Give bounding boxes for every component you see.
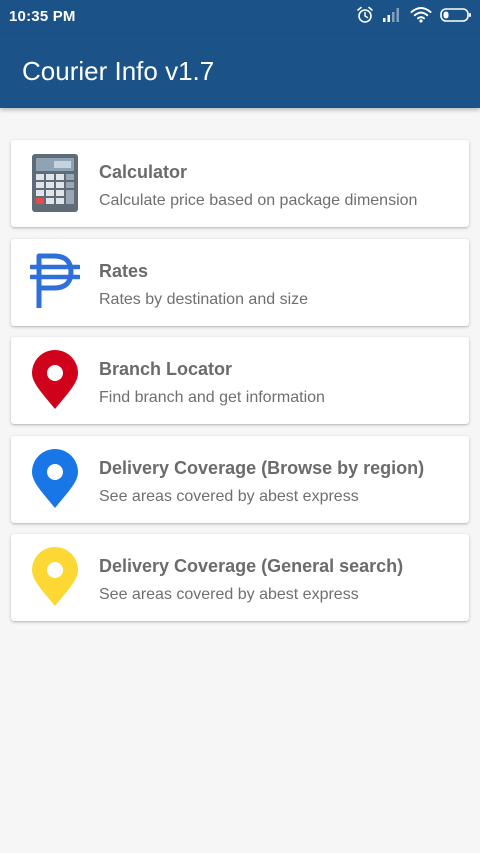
app-bar: Courier Info v1.7 (0, 34, 480, 108)
map-pin-icon (30, 547, 80, 607)
peso-icon (30, 252, 80, 312)
menu-list: Calculator Calculate price based on pack… (11, 140, 469, 633)
card-subtitle: Calculate price based on package dimensi… (99, 192, 418, 209)
app-title: Courier Info v1.7 (22, 56, 215, 86)
card-title: Delivery Coverage (Browse by region) (99, 457, 425, 478)
branch-locator-card[interactable]: Branch Locator Find branch and get infor… (11, 337, 469, 424)
card-subtitle: See areas covered by abest express (99, 487, 359, 505)
coverage-region-card[interactable]: Delivery Coverage (Browse by region) See… (11, 435, 469, 523)
rates-card[interactable]: Rates Rates by destination and size (11, 238, 469, 326)
wifi-icon (410, 6, 432, 28)
calculator-icon (30, 153, 80, 213)
map-pin-icon (30, 350, 80, 410)
status-time: 10:35 PM (9, 8, 76, 25)
card-title: Branch Locator (99, 359, 233, 379)
status-icons (356, 6, 472, 29)
status-bar: 10:35 PM (0, 0, 480, 34)
battery-icon (440, 7, 472, 28)
alarm-icon (356, 6, 374, 29)
calculator-card[interactable]: Calculator Calculate price based on pack… (11, 140, 469, 227)
map-pin-icon (30, 448, 80, 509)
card-title: Delivery Coverage (General search) (99, 556, 404, 576)
coverage-search-card[interactable]: Delivery Coverage (General search) See a… (11, 534, 469, 621)
card-subtitle: Rates by destination and size (99, 290, 309, 308)
card-title: Calculator (99, 162, 188, 182)
signal-icon (382, 7, 402, 28)
card-subtitle: See areas covered by abest express (99, 586, 359, 603)
card-title: Rates (99, 260, 149, 281)
card-subtitle: Find branch and get information (99, 389, 325, 406)
